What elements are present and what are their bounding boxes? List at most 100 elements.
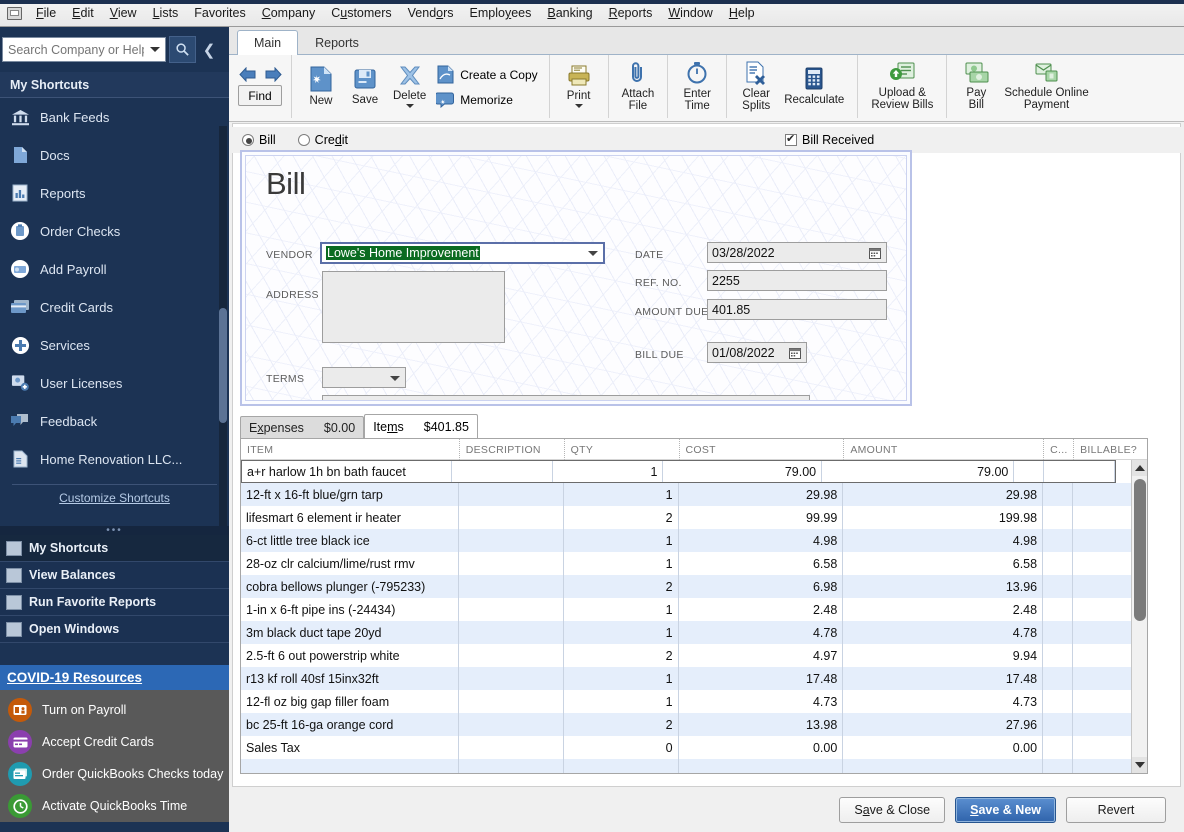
sidebar-item-credit-cards[interactable]: Credit Cards (0, 288, 229, 326)
cell-cost[interactable]: 4.73 (679, 690, 844, 713)
delete-button[interactable]: Delete (387, 58, 432, 116)
cell-amount[interactable]: 27.96 (843, 713, 1043, 736)
cell-qty[interactable]: 1 (564, 621, 679, 644)
cell-amount[interactable]: 4.98 (843, 529, 1043, 552)
bill-radio[interactable]: Bill (242, 133, 276, 147)
chevron-down-icon[interactable] (150, 47, 160, 52)
table-row[interactable]: 12-fl oz big gap filler foam14.734.73 (241, 690, 1147, 713)
enter-time-button[interactable]: Enter Time (675, 58, 719, 116)
cell-amount[interactable]: 4.73 (843, 690, 1043, 713)
cell-item[interactable] (241, 759, 459, 773)
menu-lists[interactable]: Lists (145, 3, 187, 23)
calendar-icon[interactable] (789, 347, 801, 359)
upload-review-bills-button[interactable]: Upload & Review Bills (865, 58, 939, 116)
cell-cost[interactable]: 79.00 (663, 461, 822, 482)
cell-cost[interactable]: 4.78 (679, 621, 844, 644)
find-button[interactable]: Find (238, 85, 282, 106)
cell-description[interactable] (459, 667, 564, 690)
menu-help[interactable]: Help (721, 3, 763, 23)
cell-description[interactable] (459, 713, 564, 736)
sidebar-item-reports[interactable]: Reports (0, 174, 229, 212)
column-header-c[interactable]: C... (1043, 439, 1073, 460)
cell-qty[interactable]: 1 (564, 483, 679, 506)
cell-cost[interactable]: 99.99 (679, 506, 844, 529)
cell-c[interactable] (1043, 598, 1073, 621)
cell-item[interactable]: 12-ft x 16-ft blue/grn tarp (241, 483, 459, 506)
cell-cost[interactable]: 13.98 (679, 713, 844, 736)
table-row[interactable]: 1-in x 6-ft pipe ins (-24434)12.482.48 (241, 598, 1147, 621)
cell-c[interactable] (1043, 552, 1073, 575)
tab-main[interactable]: Main (237, 30, 298, 55)
sidebar-item-bank-feeds[interactable]: Bank Feeds (0, 98, 229, 136)
sidebar-scrollbar-thumb[interactable] (219, 308, 227, 423)
chevron-down-icon[interactable] (406, 104, 414, 108)
arrow-left-icon[interactable] (239, 67, 256, 82)
cell-c[interactable] (1043, 644, 1073, 667)
menu-favorites[interactable]: Favorites (186, 3, 253, 23)
sidebar-item-feedback[interactable]: Feedback (0, 402, 229, 440)
grid-scrollbar-thumb[interactable] (1134, 479, 1146, 621)
cell-item[interactable]: 12-fl oz big gap filler foam (241, 690, 459, 713)
menu-reports[interactable]: Reports (601, 3, 661, 23)
calendar-icon[interactable] (869, 247, 881, 259)
table-row[interactable]: r13 kf roll 40sf 15inx32ft117.4817.48 (241, 667, 1147, 690)
cell-c[interactable] (1014, 461, 1043, 482)
pay-bill-button[interactable]: Pay Bill (954, 58, 998, 116)
scroll-down-button[interactable] (1132, 757, 1147, 773)
sidebar-item-services[interactable]: Services (0, 326, 229, 364)
chevron-down-icon[interactable] (588, 251, 598, 256)
cell-cost[interactable]: 6.58 (679, 552, 844, 575)
promo-order-checks[interactable]: Order QuickBooks Checks today (0, 758, 229, 790)
customize-shortcuts-link[interactable]: Customize Shortcuts (0, 485, 229, 505)
sidebar-item-company-file[interactable]: Home Renovation LLC... (0, 440, 229, 478)
create-a-copy-button[interactable]: Create a Copy (432, 63, 541, 86)
cell-item[interactable]: cobra bellows plunger (-795233) (241, 575, 459, 598)
cell-c[interactable] (1043, 690, 1073, 713)
menu-banking[interactable]: Banking (539, 3, 600, 23)
cell-description[interactable] (459, 736, 564, 759)
clear-splits-button[interactable]: Clear Splits (734, 58, 778, 116)
attach-file-button[interactable]: Attach File (616, 58, 661, 116)
cell-amount[interactable]: 17.48 (843, 667, 1043, 690)
column-header-cost[interactable]: COST (679, 439, 844, 460)
column-header-billable[interactable]: BILLABLE? (1073, 439, 1147, 460)
cell-amount[interactable]: 4.78 (843, 621, 1043, 644)
cell-amount[interactable]: 6.58 (843, 552, 1043, 575)
cell-amount[interactable]: 9.94 (843, 644, 1043, 667)
cell-item[interactable]: bc 25-ft 16-ga orange cord (241, 713, 459, 736)
search-input-container[interactable] (2, 37, 166, 62)
nav-my-shortcuts[interactable]: My Shortcuts (0, 535, 229, 562)
cell-qty[interactable]: 2 (564, 575, 679, 598)
date-field[interactable]: 03/28/2022 (707, 242, 887, 263)
menu-customers[interactable]: Customers (323, 3, 399, 23)
cell-item[interactable]: 1-in x 6-ft pipe ins (-24434) (241, 598, 459, 621)
bill-received-checkbox[interactable]: Bill Received (785, 133, 874, 147)
promo-accept-credit-cards[interactable]: Accept Credit Cards (0, 726, 229, 758)
cell-cost[interactable] (679, 759, 844, 773)
memorize-button[interactable]: Memorize (432, 89, 541, 110)
cell-qty[interactable]: 2 (564, 506, 679, 529)
cell-cost[interactable]: 2.48 (679, 598, 844, 621)
menu-file[interactable]: File (28, 3, 64, 23)
cell-c[interactable] (1043, 529, 1073, 552)
amount-due-field[interactable]: 401.85 (707, 299, 887, 320)
revert-button[interactable]: Revert (1066, 797, 1166, 823)
cell-description[interactable] (459, 529, 564, 552)
bill-received-check-indicator[interactable] (785, 134, 797, 146)
cell-description[interactable] (459, 759, 564, 773)
column-header-description[interactable]: DESCRIPTION (459, 439, 564, 460)
cell-qty[interactable]: 1 (553, 461, 664, 482)
cell-description[interactable] (459, 644, 564, 667)
table-row[interactable]: 6-ct little tree black ice14.984.98 (241, 529, 1147, 552)
promo-turn-on-payroll[interactable]: Turn on Payroll (0, 694, 229, 726)
sidebar-item-docs[interactable]: Docs (0, 136, 229, 174)
cell-amount[interactable] (843, 759, 1043, 773)
cell-qty[interactable]: 1 (564, 552, 679, 575)
cell-qty[interactable]: 0 (564, 736, 679, 759)
cell-description[interactable] (452, 461, 553, 482)
ref-no-field[interactable]: 2255 (707, 270, 887, 291)
system-menu-icon[interactable] (7, 7, 22, 20)
cell-qty[interactable]: 2 (564, 713, 679, 736)
tab-reports[interactable]: Reports (298, 30, 376, 54)
cell-c[interactable] (1043, 667, 1073, 690)
